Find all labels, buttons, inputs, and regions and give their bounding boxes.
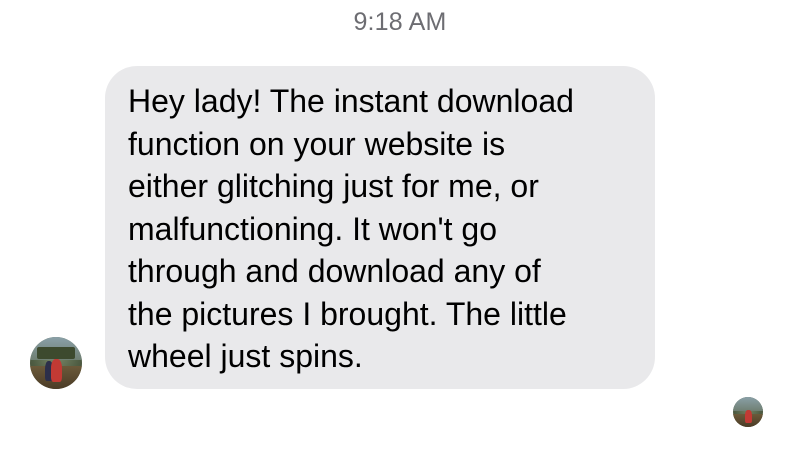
incoming-message-bubble[interactable]: Hey lady! The instant download function … — [105, 66, 655, 389]
read-receipt-avatar — [733, 397, 763, 427]
avatar-figure — [745, 409, 752, 423]
incoming-message-text: Hey lady! The instant download function … — [128, 83, 574, 374]
avatar-sky — [733, 397, 763, 411]
avatar-sign — [37, 347, 75, 359]
avatar-figure — [50, 358, 63, 382]
message-timestamp: 9:18 AM — [353, 8, 447, 36]
sender-avatar[interactable] — [30, 337, 82, 389]
